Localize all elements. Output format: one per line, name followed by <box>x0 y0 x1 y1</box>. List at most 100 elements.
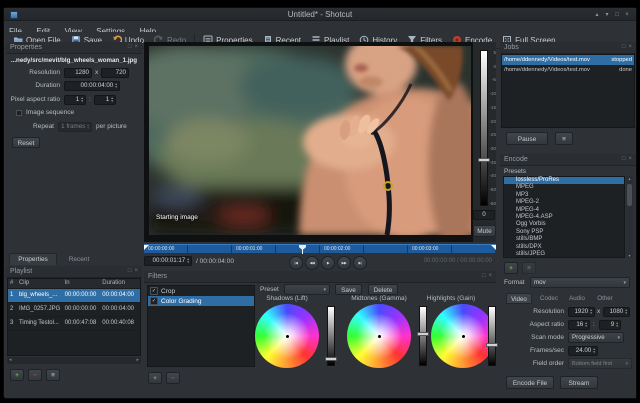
spinner-icon[interactable] <box>616 322 618 328</box>
volume-slider[interactable] <box>480 50 488 206</box>
encode-file-button[interactable]: Encode File <box>506 376 554 389</box>
preset-item[interactable]: MPEG-4.ASP <box>504 214 624 221</box>
playlist-remove-button[interactable]: − <box>28 369 42 381</box>
tab-audio[interactable]: Audio <box>564 294 590 304</box>
spinner-icon[interactable] <box>81 97 83 103</box>
spinner-icon[interactable] <box>585 322 587 328</box>
reset-button[interactable]: Reset <box>12 137 40 148</box>
preset-item[interactable]: MPEG-2 <box>504 199 624 206</box>
image-sequence-checkbox[interactable] <box>16 110 22 116</box>
jobs-menu-button[interactable]: ≡ <box>555 132 573 145</box>
scrollbar-thumb[interactable] <box>627 184 632 206</box>
filter-add-button[interactable]: + <box>148 372 162 384</box>
preset-item[interactable]: stills/BMP <box>504 236 624 243</box>
close-icon[interactable]: × <box>622 10 632 20</box>
skip-to-end-button[interactable]: ▶| <box>353 256 367 270</box>
skip-to-start-button[interactable]: |◀ <box>289 256 303 270</box>
scroll-up-icon[interactable]: ▴ <box>626 176 633 181</box>
enc-res-width-field[interactable]: 1920 <box>568 307 595 317</box>
scroll-left-icon[interactable]: ◂ <box>9 357 12 364</box>
highlights-level-slider[interactable] <box>488 306 496 366</box>
midtones-level-handle[interactable] <box>417 332 429 336</box>
float-panel-icon[interactable]: □ <box>482 271 486 282</box>
spinner-icon[interactable] <box>590 309 592 315</box>
resolution-height-field[interactable]: 720 <box>101 68 129 78</box>
close-panel-icon[interactable]: × <box>628 42 632 53</box>
highlights-color-wheel[interactable] <box>431 304 495 368</box>
title-bar[interactable]: Untitled* - Shotcut ▴ ▾ □ × <box>4 8 636 21</box>
keep-above-icon[interactable]: ▴ <box>592 10 602 20</box>
scrub-bar[interactable]: 00:00:00:00 00:00:01:00 00:00:02:00 00:0… <box>144 244 496 254</box>
preset-item[interactable]: lossless/ProRes <box>504 177 624 185</box>
filter-item-crop[interactable]: ✓ Crop <box>148 286 254 296</box>
duration-field[interactable]: 00:00:04:00 <box>64 81 120 91</box>
mute-button[interactable]: Mute <box>473 225 496 237</box>
spinner-icon[interactable] <box>115 83 117 89</box>
tab-properties[interactable]: Properties <box>9 253 57 265</box>
checkbox-checked-icon[interactable]: ✓ <box>150 297 158 305</box>
current-time-field[interactable]: 00:00:01:17 <box>144 256 192 266</box>
highlights-level-handle[interactable] <box>486 343 498 347</box>
shadows-level-handle[interactable] <box>325 357 337 361</box>
close-panel-icon[interactable]: × <box>134 42 138 53</box>
float-panel-icon[interactable]: □ <box>128 266 132 277</box>
filter-remove-button[interactable]: − <box>166 372 180 384</box>
job-row[interactable]: /home/ddennedy/Videos/test.mov stopped <box>502 55 634 65</box>
playhead-handle[interactable] <box>299 245 306 250</box>
spinner-icon[interactable] <box>87 124 89 130</box>
properties-panel-titlebar[interactable]: Properties □ × <box>6 42 142 54</box>
spinner-icon[interactable] <box>187 258 189 264</box>
preset-add-button[interactable]: + <box>504 262 518 274</box>
enc-res-height-field[interactable]: 1080 <box>603 307 630 317</box>
stream-button[interactable]: Stream <box>560 376 598 389</box>
fast-forward-button[interactable]: ▶▶ <box>337 256 351 270</box>
close-panel-icon[interactable]: × <box>488 271 492 282</box>
tab-other[interactable]: Other <box>592 294 618 304</box>
checkbox-checked-icon[interactable]: ✓ <box>150 287 158 295</box>
preset-item[interactable]: Ogg Vorbis <box>504 221 624 228</box>
rewind-button[interactable]: ◀◀ <box>305 256 319 270</box>
float-panel-icon[interactable]: □ <box>128 42 132 53</box>
close-panel-icon[interactable]: × <box>628 154 632 165</box>
scan-mode-combobox[interactable]: Progressive <box>568 332 624 343</box>
playlist-menu-button[interactable]: ≡ <box>46 369 60 381</box>
preset-item[interactable]: MPEG-4 <box>504 207 624 214</box>
fps-field[interactable]: 24.00 <box>568 346 598 356</box>
job-row[interactable]: /home/ddennedy/Videos/test.mov done <box>502 65 634 75</box>
trim-in-handle[interactable] <box>144 245 149 250</box>
tab-video[interactable]: Video <box>506 293 532 304</box>
volume-value-field[interactable]: 0 <box>473 210 495 220</box>
par-num-field[interactable]: 1 <box>64 95 86 105</box>
float-panel-icon[interactable]: □ <box>622 42 626 53</box>
preset-menu-button[interactable]: ≡ <box>522 262 536 274</box>
repeat-field[interactable]: 1 frames <box>58 122 92 132</box>
pause-button[interactable]: Pause <box>506 132 548 145</box>
resolution-width-field[interactable]: 1280 <box>64 68 92 78</box>
playlist-header-row[interactable]: # Clip In Duration <box>8 279 140 289</box>
preset-item[interactable]: MP3 <box>504 192 624 199</box>
preset-item[interactable]: Sony PSP <box>504 229 624 236</box>
enc-aspect-n-field[interactable]: 16 <box>568 320 590 330</box>
minimize-icon[interactable]: ▾ <box>602 10 612 20</box>
shadows-color-wheel[interactable] <box>255 304 319 368</box>
close-panel-icon[interactable]: × <box>134 266 138 277</box>
trim-out-handle[interactable] <box>491 245 496 250</box>
playlist-add-button[interactable]: + <box>10 369 24 381</box>
midtones-level-slider[interactable] <box>419 306 427 366</box>
enc-aspect-d-field[interactable]: 9 <box>599 320 621 330</box>
play-button[interactable]: ▶ <box>321 256 335 270</box>
playlist-row-2[interactable]: 2 IMG_0257.JPG 00:00:00:00 00:00:04:00 <box>8 303 140 317</box>
filters-panel-titlebar[interactable]: Filters □ × <box>144 271 496 283</box>
midtones-color-wheel[interactable] <box>347 304 411 368</box>
format-combobox[interactable]: mov <box>530 277 630 288</box>
playlist-hscrollbar[interactable]: ◂ ▸ <box>7 357 141 364</box>
spinner-icon[interactable] <box>111 97 113 103</box>
maximize-icon[interactable]: □ <box>612 10 622 20</box>
tab-recent[interactable]: Recent <box>61 254 97 265</box>
spinner-icon[interactable] <box>593 348 595 354</box>
scroll-down-icon[interactable]: ▾ <box>626 253 633 258</box>
preset-item[interactable]: stills/JPEG <box>504 251 624 258</box>
float-panel-icon[interactable]: □ <box>622 154 626 165</box>
field-order-combobox[interactable]: Bottom field first <box>568 358 632 369</box>
playlist-row-1[interactable]: 1 blg_wheels_... 00:00:00:00 00:00:04:00 <box>8 289 140 303</box>
